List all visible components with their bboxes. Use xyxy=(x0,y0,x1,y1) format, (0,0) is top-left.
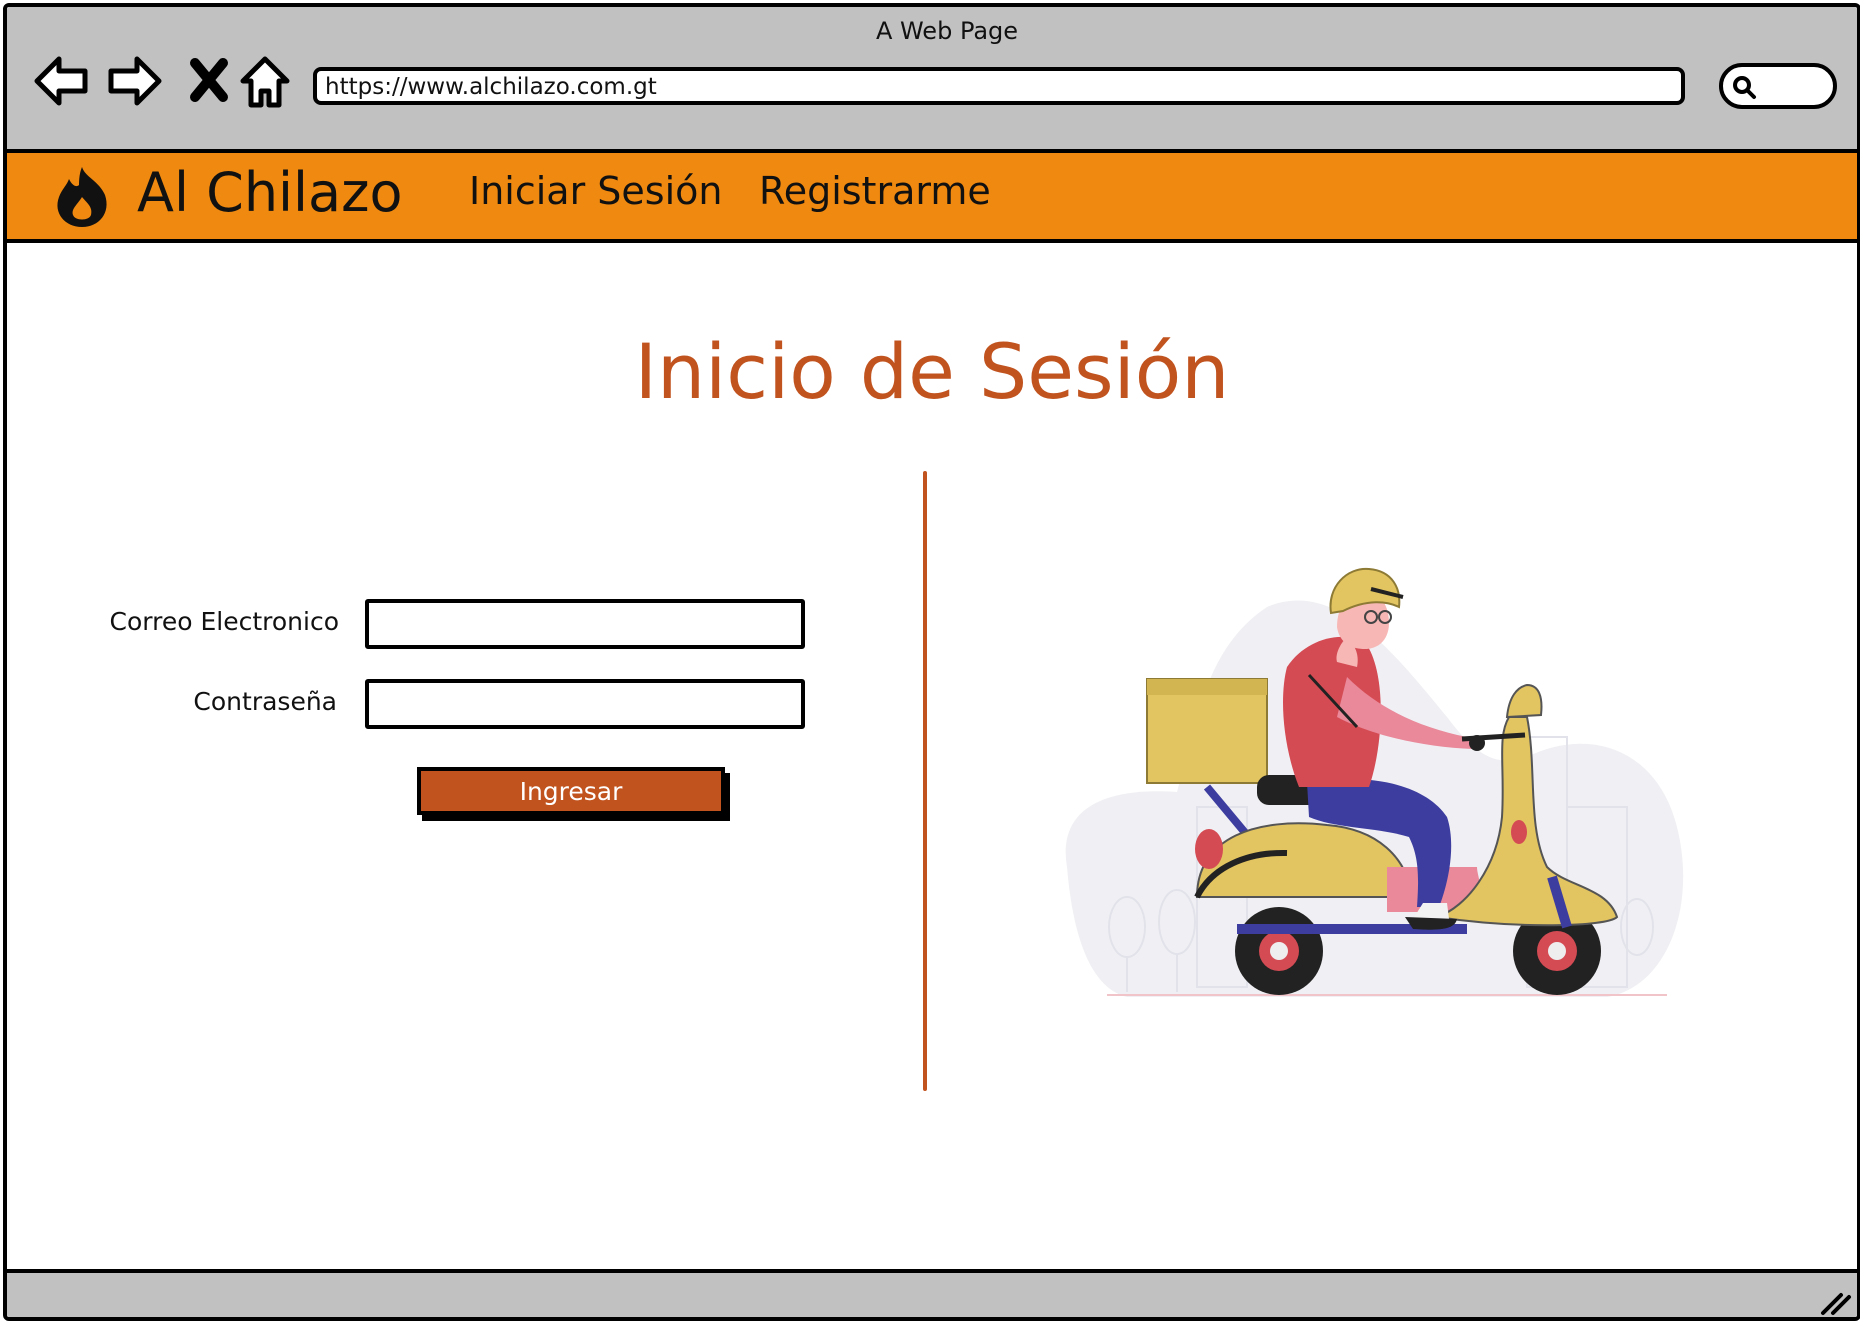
page-title: Inicio de Sesión xyxy=(634,327,1230,416)
email-label: Correo Electronico xyxy=(109,607,339,636)
resize-grip-icon[interactable] xyxy=(1817,1287,1853,1317)
back-arrow-icon[interactable] xyxy=(31,51,91,111)
nav-link-iniciar-sesion[interactable]: Iniciar Sesión xyxy=(469,169,722,213)
status-bar xyxy=(7,1269,1857,1317)
password-label: Contraseña xyxy=(193,687,337,716)
flame-icon xyxy=(57,167,107,227)
brand-name[interactable]: Al Chilazo xyxy=(137,161,403,224)
login-button[interactable]: Ingresar xyxy=(417,767,725,815)
browser-search-box[interactable] xyxy=(1719,63,1837,109)
search-icon xyxy=(1733,76,1756,99)
window-title: A Web Page xyxy=(875,17,1019,45)
address-bar[interactable]: https://www.alchilazo.com.gt xyxy=(313,67,1685,105)
browser-window: A Web Page https://www.alchilazo.com.gt xyxy=(3,3,1860,1321)
close-x-icon[interactable] xyxy=(179,51,239,111)
url-text: https://www.alchilazo.com.gt xyxy=(325,74,657,100)
vertical-divider xyxy=(923,471,927,1091)
site-navbar: Al Chilazo Iniciar Sesión Registrarme xyxy=(7,153,1857,243)
forward-arrow-icon[interactable] xyxy=(105,51,165,111)
browser-chrome: A Web Page https://www.alchilazo.com.gt xyxy=(7,7,1857,153)
password-field[interactable] xyxy=(365,679,805,729)
email-field[interactable] xyxy=(365,599,805,649)
delivery-scooter-illustration xyxy=(1065,567,1684,997)
nav-link-registrarme[interactable]: Registrarme xyxy=(759,169,991,213)
home-icon[interactable] xyxy=(235,51,295,111)
